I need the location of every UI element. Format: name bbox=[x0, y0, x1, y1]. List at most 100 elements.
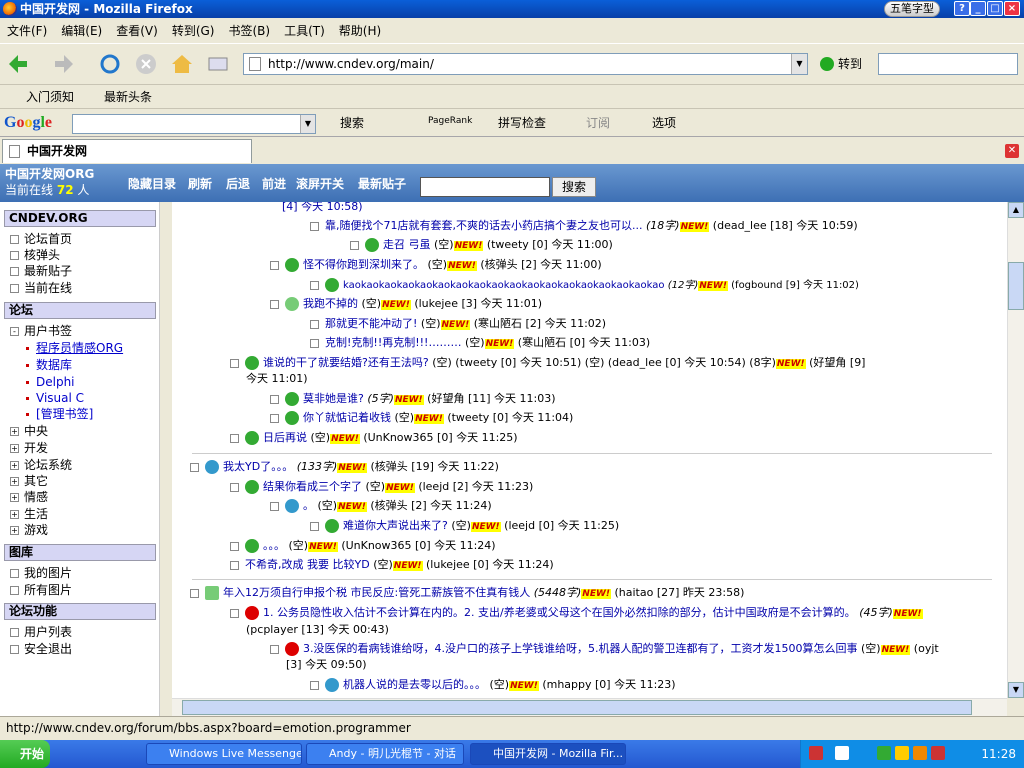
menu-bookmarks[interactable]: 书签(B) bbox=[221, 18, 277, 44]
bookmark-getting-started[interactable]: 入门须知 bbox=[6, 89, 74, 105]
refresh-link[interactable]: 刷新 bbox=[188, 177, 212, 191]
post-row[interactable]: 谁说的干了就要结婚?还有王法吗? (空) (tweety [0] 今天 10:5… bbox=[230, 356, 865, 371]
spellcheck-button[interactable]: 拼写检查 bbox=[498, 115, 546, 131]
thread-row[interactable]: 我太YD了。。。 (133字)NEW! (核弹头 [19] 今天 11:22) bbox=[190, 460, 499, 475]
search-box[interactable] bbox=[878, 53, 1018, 75]
sidebar-sub-database[interactable]: 数据库 bbox=[20, 357, 72, 373]
post-row[interactable]: 1. 公务员隐性收入估计不会计算在内的。2. 支出/养老婆或父母这个在国外必然扣… bbox=[230, 606, 923, 621]
scroll-thumb[interactable] bbox=[1008, 262, 1024, 310]
post-row[interactable]: 结果你看成三个字了 (空)NEW! (leejd [2] 今天 11:23) bbox=[230, 480, 533, 495]
site-search-input[interactable] bbox=[420, 177, 550, 197]
sidebar-item-forum-home[interactable]: 论坛首页 bbox=[4, 231, 72, 247]
help-window-button[interactable]: ? bbox=[954, 1, 970, 16]
sidebar-item-my-pics[interactable]: 我的图片 bbox=[4, 565, 72, 581]
tray-messenger-icon[interactable] bbox=[877, 746, 891, 760]
forward-arrow-icon[interactable] bbox=[52, 52, 76, 76]
sidebar-cat-life[interactable]: + 生活 bbox=[4, 506, 48, 522]
post-row[interactable]: 怪不得你跑到深圳来了。 (空)NEW! (核弹头 [2] 今天 11:00) bbox=[270, 258, 602, 273]
menu-edit[interactable]: 编辑(E) bbox=[54, 18, 109, 44]
close-tab-icon[interactable]: ✕ bbox=[1005, 144, 1019, 158]
go-button[interactable]: 转到 bbox=[818, 53, 878, 75]
tray-help-icon[interactable] bbox=[835, 746, 849, 760]
minimize-button[interactable]: _ bbox=[970, 1, 986, 16]
hscroll-thumb[interactable] bbox=[182, 700, 972, 715]
taskbar-chat[interactable]: Andy - 明儿光棍节 - 对话 bbox=[306, 743, 464, 765]
sidebar-item-logout[interactable]: 安全退出 bbox=[4, 641, 72, 657]
sidebar-cat-system[interactable]: + 论坛系统 bbox=[4, 457, 72, 473]
sidebar-item-all-pics[interactable]: 所有图片 bbox=[4, 582, 72, 598]
post-row[interactable]: 走召 弓虽 (空)NEW! (tweety [0] 今天 11:00) bbox=[350, 238, 613, 253]
options-button[interactable]: 选项 bbox=[652, 115, 676, 131]
tab-cndev[interactable]: 中国开发网 bbox=[2, 139, 252, 163]
maximize-button[interactable]: □ bbox=[987, 1, 1003, 16]
post-row[interactable]: 克制!克制!!再克制!!!……… (空)NEW! (寒山陋石 [0] 今天 11… bbox=[310, 336, 650, 351]
post-row[interactable]: 不希奇,改成 我要 比较YD (空)NEW! (lukejee [0] 今天 1… bbox=[230, 558, 554, 573]
sidebar-cat-central[interactable]: + 中央 bbox=[4, 423, 48, 439]
scroll-toggle-link[interactable]: 滚屏开关 bbox=[296, 177, 344, 191]
start-button[interactable]: 开始 bbox=[0, 740, 50, 768]
post-row[interactable]: 我跑不掉的 (空)NEW! (lukejee [3] 今天 11:01) bbox=[270, 297, 542, 312]
menu-view[interactable]: 查看(V) bbox=[109, 18, 165, 44]
back-arrow-icon[interactable] bbox=[6, 52, 30, 76]
site-search-button[interactable]: 搜索 bbox=[552, 177, 596, 197]
bookmark-latest-headlines[interactable]: 最新头条 bbox=[84, 89, 152, 105]
sidebar-item-latest[interactable]: 最新贴子 bbox=[4, 263, 72, 279]
menu-file[interactable]: 文件(F) bbox=[0, 18, 54, 44]
back-link[interactable]: 后退 bbox=[226, 177, 250, 191]
horizontal-scrollbar[interactable] bbox=[172, 698, 1007, 716]
google-search-input[interactable]: ▼ bbox=[72, 114, 316, 134]
menu-go[interactable]: 转到(G) bbox=[165, 18, 222, 44]
post-row[interactable]: 你丫就惦记着收钱 (空)NEW! (tweety [0] 今天 11:04) bbox=[270, 411, 573, 426]
taskbar-messenger[interactable]: Windows Live Messenger bbox=[146, 743, 302, 765]
sidebar-cat-dev[interactable]: + 开发 bbox=[4, 440, 48, 456]
vertical-scrollbar[interactable]: ▲ ▼ bbox=[1007, 202, 1024, 698]
sidebar-sub-emotion[interactable]: 程序员情感ORG bbox=[20, 340, 123, 356]
post-row[interactable]: 机器人说的是去零以后的。。。 (空)NEW! (mhappy [0] 今天 11… bbox=[310, 678, 676, 693]
close-window-button[interactable]: × bbox=[1004, 1, 1020, 16]
home-icon[interactable] bbox=[170, 52, 194, 76]
google-logo[interactable]: Google bbox=[4, 114, 52, 132]
subscribe-button[interactable]: 订阅 bbox=[586, 115, 610, 131]
tray-ime-icon[interactable] bbox=[809, 746, 823, 760]
google-search-button[interactable]: 搜索 bbox=[340, 115, 364, 131]
hide-directory-link[interactable]: 隐藏目录 bbox=[128, 177, 176, 191]
sidebar-cat-games[interactable]: + 游戏 bbox=[4, 522, 48, 538]
menu-tools[interactable]: 工具(T) bbox=[277, 18, 332, 44]
pagerank-indicator[interactable]: PageRank bbox=[428, 113, 472, 129]
post-row[interactable]: 。 (空)NEW! (核弹头 [2] 今天 11:24) bbox=[270, 499, 492, 514]
post-row[interactable]: 莫非她是谁? (5字)NEW! (好望角 [11] 今天 11:03) bbox=[270, 392, 556, 407]
scroll-up-arrow-icon[interactable]: ▲ bbox=[1008, 202, 1024, 218]
sidebar-sub-visual-c[interactable]: Visual C bbox=[20, 390, 84, 406]
taskbar-firefox[interactable]: 中国开发网 - Mozilla Fir... bbox=[470, 743, 626, 765]
url-dropdown[interactable]: ▼ bbox=[791, 54, 807, 74]
stop-icon[interactable] bbox=[134, 52, 158, 76]
forward-link[interactable]: 前进 bbox=[262, 177, 286, 191]
post-row[interactable]: 靠,随便找个71店就有套套,不爽的话去小药店搞个妻之友也可以... (18字)N… bbox=[310, 219, 858, 234]
sidebar-item-user-list[interactable]: 用户列表 bbox=[4, 624, 72, 640]
url-bar[interactable]: http://www.cndev.org/main/ ▼ bbox=[243, 53, 808, 75]
thread-row[interactable]: 年入12万须自行申报个税 市民反应:管死工薪族管不住真有钱人 (5448字)NE… bbox=[190, 586, 744, 601]
post-row[interactable]: 3.没医保的看病钱谁给呀，4.没户口的孩子上学钱谁给呀，5.机器人配的警卫连都有… bbox=[270, 642, 939, 657]
sidebar-sub-manage[interactable]: [管理书签] bbox=[20, 406, 93, 422]
post-row[interactable]: kaokaokaokaokaokaokaokaokaokaokaokaokaok… bbox=[310, 278, 859, 293]
menu-help[interactable]: 帮助(H) bbox=[332, 18, 388, 44]
sidebar-item-user-bookmarks[interactable]: - 用户书签 bbox=[4, 323, 72, 339]
tray-app-icon[interactable] bbox=[913, 746, 927, 760]
post-row[interactable]: 难道你大声说出来了? (空)NEW! (leejd [0] 今天 11:25) bbox=[310, 519, 619, 534]
reload-icon[interactable] bbox=[98, 52, 122, 76]
post-row[interactable]: 日后再说 (空)NEW! (UnKnow365 [0] 今天 11:25) bbox=[230, 431, 518, 446]
latest-posts-link[interactable]: 最新贴子 bbox=[358, 177, 406, 191]
google-search-dropdown[interactable]: ▼ bbox=[300, 115, 315, 133]
sidebar-sub-delphi[interactable]: Delphi bbox=[20, 374, 75, 390]
post-row[interactable]: 那就更不能冲动了! (空)NEW! (寒山陋石 [2] 今天 11:02) bbox=[310, 317, 606, 332]
sidebar-item-online[interactable]: 当前在线 bbox=[4, 280, 72, 296]
tray-qq-icon[interactable] bbox=[895, 746, 909, 760]
ime-indicator[interactable]: 五笔字型 bbox=[884, 1, 940, 17]
scroll-down-arrow-icon[interactable]: ▼ bbox=[1008, 682, 1024, 698]
tray-antivirus-icon[interactable] bbox=[931, 746, 945, 760]
sidebar-cat-emotion[interactable]: + 情感 bbox=[4, 489, 48, 505]
sidebar-cat-other[interactable]: + 其它 bbox=[4, 473, 48, 489]
sidebar-item-nuke[interactable]: 核弹头 bbox=[4, 247, 60, 263]
post-row[interactable]: 。。。 (空)NEW! (UnKnow365 [0] 今天 11:24) bbox=[230, 539, 496, 554]
new-tab-icon[interactable] bbox=[206, 52, 230, 76]
